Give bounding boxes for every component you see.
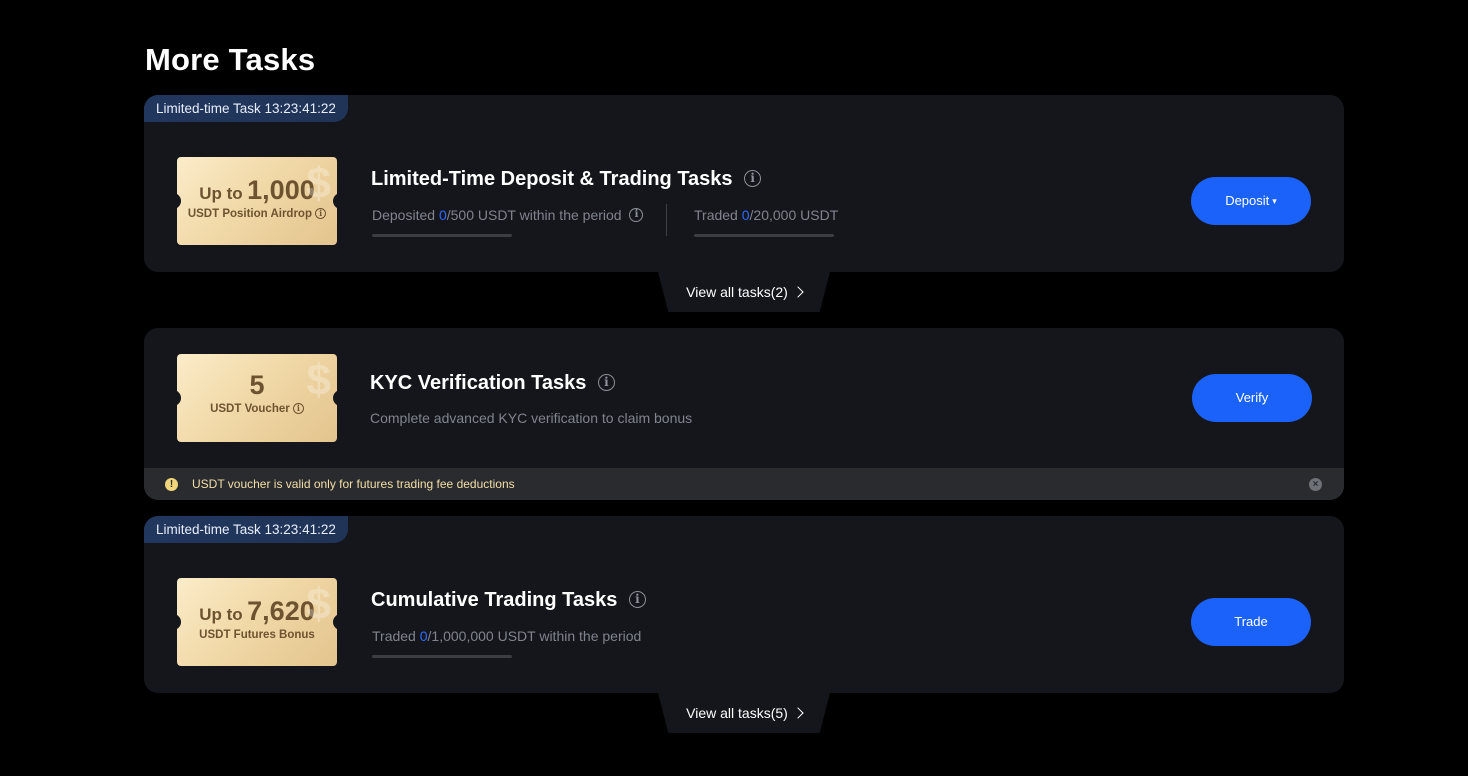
reward-prefix: Up to bbox=[199, 605, 243, 624]
task-title-text: KYC Verification Tasks bbox=[370, 372, 587, 394]
info-icon[interactable]: i bbox=[597, 373, 615, 391]
reward-label: USDT Position Airdrop bbox=[187, 208, 312, 220]
reward-label: USDT Futures Bonus bbox=[199, 629, 315, 641]
progress-label: Traded bbox=[372, 628, 416, 644]
view-all-label: View all tasks(2) bbox=[686, 284, 788, 300]
reward-label-row: USDT Position Airdrop i bbox=[177, 208, 337, 220]
view-all-tasks-link[interactable]: View all tasks(5) bbox=[658, 693, 830, 733]
notice-text: USDT voucher is valid only for futures t… bbox=[192, 477, 515, 491]
view-all-tasks-link[interactable]: View all tasks(2) bbox=[658, 272, 830, 312]
reward-prefix: Up to bbox=[199, 184, 243, 203]
chevron-right-icon bbox=[792, 286, 804, 298]
task-description: Complete advanced KYC verification to cl… bbox=[370, 410, 693, 426]
progress-bar-deposit bbox=[372, 234, 512, 237]
progress-target: /20,000 USDT bbox=[749, 207, 839, 223]
info-icon[interactable]: i bbox=[629, 208, 644, 223]
progress-current: 0 bbox=[741, 207, 750, 223]
reward-ticket: $ Up to 7,620 USDT Futures Bonus bbox=[177, 578, 337, 666]
chevron-right-icon bbox=[792, 707, 804, 719]
progress-traded: Traded 0/20,000 USDT bbox=[694, 207, 838, 223]
progress-label: Deposited bbox=[372, 207, 436, 223]
reward-amount: 1,000 bbox=[247, 175, 315, 205]
view-all-label: View all tasks(5) bbox=[686, 705, 788, 721]
progress-current: 0 bbox=[438, 207, 447, 223]
divider bbox=[666, 204, 667, 236]
task-card-cumulative-trading: Limited-time Task 13:23:41:22 $ Up to 7,… bbox=[144, 516, 1344, 693]
progress-bar-traded bbox=[372, 655, 512, 658]
deposit-button-label: Deposit bbox=[1225, 193, 1270, 208]
limited-time-tag: Limited-time Task 13:23:41:22 bbox=[144, 95, 348, 122]
deposit-button[interactable]: Deposit ▾ bbox=[1191, 177, 1311, 225]
task-title: Limited-Time Deposit & Trading Tasks i bbox=[371, 168, 762, 191]
progress-current: 0 bbox=[419, 628, 428, 644]
info-icon[interactable]: i bbox=[315, 208, 327, 220]
notice-bar: ! USDT voucher is valid only for futures… bbox=[144, 468, 1344, 500]
task-title: Cumulative Trading Tasks i bbox=[371, 589, 646, 612]
reward-amount: 7,620 bbox=[247, 596, 315, 626]
ticket-watermark: $ bbox=[306, 159, 331, 208]
page: More Tasks Limited-time Task 13:23:41:22… bbox=[0, 0, 1468, 776]
limited-time-tag: Limited-time Task 13:23:41:22 bbox=[144, 516, 348, 543]
task-card-deposit-trading: Limited-time Task 13:23:41:22 $ Up to 1,… bbox=[144, 95, 1344, 272]
page-title: More Tasks bbox=[145, 42, 316, 77]
task-title-text: Limited-Time Deposit & Trading Tasks bbox=[371, 168, 733, 190]
progress-bar-traded bbox=[694, 234, 834, 237]
info-icon[interactable]: i bbox=[628, 590, 646, 608]
progress-traded: Traded 0/1,000,000 USDT within the perio… bbox=[372, 628, 641, 644]
info-icon[interactable]: i bbox=[744, 169, 762, 187]
verify-button[interactable]: Verify bbox=[1192, 374, 1312, 422]
reward-label: USDT Voucher bbox=[210, 403, 290, 415]
progress-target: /1,000,000 USDT within the period bbox=[427, 628, 642, 644]
reward-ticket: $ 5 USDT Voucher i bbox=[177, 354, 337, 442]
reward-ticket: $ Up to 1,000 USDT Position Airdrop i bbox=[177, 157, 337, 245]
reward-amount: 5 bbox=[249, 370, 265, 400]
info-icon[interactable]: i bbox=[292, 403, 304, 415]
caret-down-icon: ▾ bbox=[1272, 196, 1277, 206]
ticket-watermark: $ bbox=[306, 580, 331, 629]
trade-button[interactable]: Trade bbox=[1191, 598, 1311, 646]
task-title: KYC Verification Tasks i bbox=[370, 372, 615, 395]
warning-icon: ! bbox=[165, 478, 178, 491]
task-title-text: Cumulative Trading Tasks bbox=[371, 589, 618, 611]
progress-target: /500 USDT within the period bbox=[446, 207, 622, 223]
progress-label: Traded bbox=[694, 207, 738, 223]
ticket-watermark: $ bbox=[306, 356, 331, 405]
reward-label-row: USDT Futures Bonus bbox=[177, 629, 337, 641]
task-card-kyc: $ 5 USDT Voucher i KYC Verification Task… bbox=[144, 328, 1344, 500]
close-icon[interactable]: × bbox=[1309, 478, 1322, 491]
progress-deposit: Deposited 0/500 USDT within the period i bbox=[372, 207, 644, 223]
